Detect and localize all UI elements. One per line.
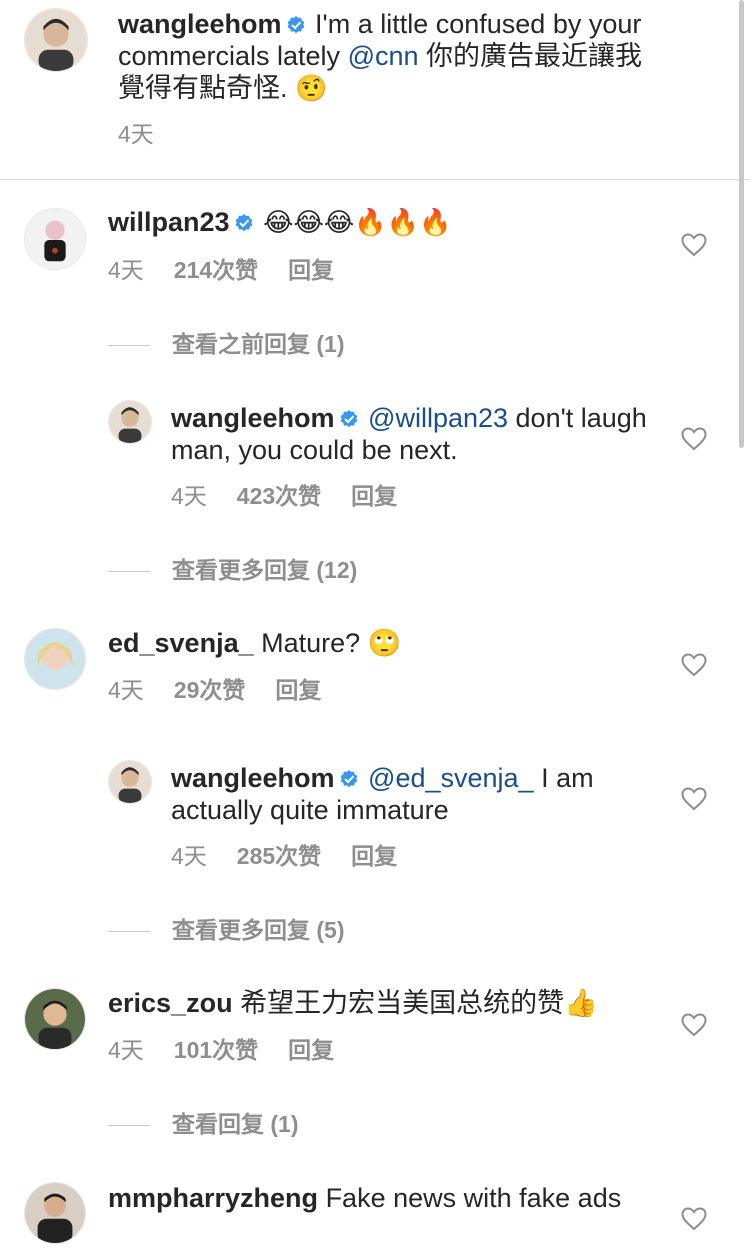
reply-likes[interactable]: 423次赞 (237, 483, 321, 509)
scrollbar[interactable] (739, 0, 744, 448)
avatar-willpan23[interactable] (24, 208, 86, 270)
reply-text: wangleehom @willpan23 don't laugh man, y… (171, 402, 651, 466)
comment-time: 4天 (108, 1037, 144, 1063)
view-more-replies[interactable]: 查看更多回复 (5) (108, 916, 345, 944)
verified-badge-icon (339, 409, 359, 429)
reply-button[interactable]: 回复 (275, 677, 321, 703)
heart-outline-icon[interactable] (681, 1207, 707, 1231)
heart-outline-icon[interactable] (681, 1013, 707, 1037)
heart-outline-icon[interactable] (681, 653, 707, 677)
comment-time: 4天 (108, 677, 144, 703)
verified-badge-icon (286, 15, 306, 35)
avatar-erics-zou[interactable] (24, 988, 86, 1050)
comment-text: erics_zou 希望王力宏当美国总统的赞👍 (108, 987, 668, 1019)
reply-button[interactable]: 回复 (351, 843, 397, 869)
caption-username[interactable]: wangleehom (118, 9, 282, 39)
view-more-replies-label[interactable]: 查看更多回复 (12) (172, 557, 357, 583)
comment-body: 希望王力宏当美国总统的赞👍 (240, 988, 598, 1018)
caption-text: wangleehom I'm a little confused by your… (118, 8, 658, 105)
reply-text: wangleehom @ed_svenja_ I am actually qui… (171, 762, 651, 826)
heart-outline-icon[interactable] (681, 233, 707, 257)
reply-username[interactable]: wangleehom (171, 403, 335, 433)
reply-time: 4天 (171, 483, 207, 509)
heart-outline-icon[interactable] (681, 787, 707, 811)
reply-meta: 4天 285次赞 回复 (171, 842, 427, 870)
reply-likes[interactable]: 285次赞 (237, 843, 321, 869)
comment-username[interactable]: willpan23 (108, 207, 230, 237)
view-replies[interactable]: 查看回复 (1) (108, 1110, 299, 1138)
comment-body: 😂😂😂🔥🔥🔥 (263, 208, 452, 238)
view-more-replies[interactable]: 查看更多回复 (12) (108, 556, 357, 584)
avatar-wangleehom[interactable] (108, 400, 152, 444)
reply-button[interactable]: 回复 (288, 1037, 334, 1063)
comment-username[interactable]: mmpharryzheng (108, 1183, 318, 1213)
comment-likes[interactable]: 29次赞 (174, 677, 246, 703)
reply-meta: 4天 423次赞 回复 (171, 482, 427, 510)
caption-time: 4天 (118, 121, 154, 147)
reply-button[interactable]: 回复 (351, 483, 397, 509)
caption-mention[interactable]: @cnn (348, 41, 419, 71)
replies-line (108, 571, 150, 573)
replies-line (108, 931, 150, 933)
comment-likes[interactable]: 101次赞 (174, 1037, 258, 1063)
comment-meta: 4天 29次赞 回复 (108, 676, 351, 704)
reply-mention[interactable]: @willpan23 (368, 403, 508, 433)
reply-mention[interactable]: @ed_svenja_ (368, 763, 534, 793)
comment-body: Mature? 🙄 (261, 628, 402, 658)
comment-username[interactable]: erics_zou (108, 988, 233, 1018)
replies-line (108, 345, 150, 347)
comment-username[interactable]: ed_svenja_ (108, 628, 254, 658)
reply-button[interactable]: 回复 (288, 257, 334, 283)
caption-divider (0, 179, 750, 180)
avatar-wangleehom[interactable] (24, 8, 88, 72)
comment-meta: 4天 214次赞 回复 (108, 256, 364, 284)
avatar-mmpharryzheng[interactable] (24, 1182, 86, 1244)
comment-text: ed_svenja_ Mature? 🙄 (108, 627, 668, 659)
reply-username[interactable]: wangleehom (171, 763, 335, 793)
view-replies-label[interactable]: 查看回复 (1) (172, 1111, 299, 1137)
avatar-ed-svenja[interactable] (24, 628, 86, 690)
comment-text: mmpharryzheng Fake news with fake ads (108, 1182, 628, 1214)
verified-badge-icon (339, 769, 359, 789)
view-previous-replies-label[interactable]: 查看之前回复 (1) (172, 331, 345, 357)
comment-body: Fake news with fake ads (325, 1183, 622, 1213)
heart-outline-icon[interactable] (681, 427, 707, 451)
reply-time: 4天 (171, 843, 207, 869)
comment-meta: 4天 101次赞 回复 (108, 1036, 364, 1064)
view-more-replies-label[interactable]: 查看更多回复 (5) (172, 917, 345, 943)
verified-badge-icon (234, 213, 254, 233)
comment-text: willpan23 😂😂😂🔥🔥🔥 (108, 206, 668, 239)
view-previous-replies[interactable]: 查看之前回复 (1) (108, 330, 345, 358)
comment-likes[interactable]: 214次赞 (174, 257, 258, 283)
avatar-wangleehom[interactable] (108, 760, 152, 804)
raised-eyebrow-emoji: 🤨 (295, 74, 328, 104)
comment-time: 4天 (108, 257, 144, 283)
replies-line (108, 1125, 150, 1127)
